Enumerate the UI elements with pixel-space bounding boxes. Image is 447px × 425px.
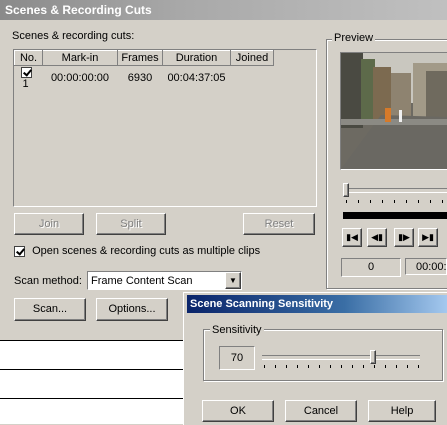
preview-label: Preview	[332, 32, 376, 44]
timecode-display: 00:00:	[405, 258, 447, 275]
step-back-icon: ◀▮	[371, 232, 383, 242]
row-number: 1	[22, 78, 29, 90]
column-header-duration[interactable]: Duration	[162, 50, 231, 66]
divider	[0, 369, 183, 370]
cell-frames: 6930	[117, 65, 163, 90]
preview-progress-bar	[343, 212, 447, 219]
cancel-button[interactable]: Cancel	[285, 400, 357, 422]
sensitivity-slider-ticks	[264, 365, 420, 369]
skip-start-icon: ▮◀	[346, 232, 358, 242]
help-button[interactable]: Help	[368, 400, 436, 422]
skip-end-icon: ▶▮	[422, 232, 434, 242]
cell-duration: 00:04:37:05	[162, 65, 231, 90]
cuts-table: No. Mark-in Frames Duration Joined 1 00:…	[14, 50, 314, 90]
sensitivity-value-field[interactable]: 70	[219, 346, 255, 370]
step-forward-icon: ▮▶	[398, 232, 410, 242]
options-button[interactable]: Options...	[96, 298, 168, 321]
dialog-title: Scene Scanning Sensitivity	[187, 295, 447, 313]
preview-slider-track[interactable]	[344, 188, 447, 193]
open-multiple-option[interactable]: Open scenes & recording cuts as multiple…	[14, 245, 260, 259]
preview-slider-thumb[interactable]	[343, 183, 349, 197]
window-title: Scenes & Recording Cuts	[0, 0, 447, 20]
frame-counter: 0	[341, 258, 401, 277]
preview-image	[340, 52, 447, 170]
sensitivity-slider-thumb[interactable]	[369, 350, 376, 364]
column-header-frames[interactable]: Frames	[117, 50, 163, 66]
dropdown-arrow-button[interactable]: ▼	[225, 272, 241, 289]
table-row[interactable]: 1 00:00:00:00 6930 00:04:37:05	[14, 65, 314, 90]
cuts-group-label: Scenes & recording cuts:	[12, 30, 135, 42]
preview-slider-ticks	[344, 200, 447, 204]
cuts-list[interactable]: No. Mark-in Frames Duration Joined 1 00:…	[13, 49, 317, 207]
go-to-start-button[interactable]: ▮◀	[342, 228, 362, 247]
cell-joined	[230, 65, 274, 90]
ok-button[interactable]: OK	[202, 400, 274, 422]
previous-frame-button[interactable]: ◀▮	[367, 228, 387, 247]
column-header-no[interactable]: No.	[14, 50, 43, 66]
open-multiple-checkbox[interactable]	[14, 245, 25, 257]
column-header-mark-in[interactable]: Mark-in	[42, 50, 118, 66]
scan-button[interactable]: Scan...	[14, 298, 86, 321]
chevron-down-icon: ▼	[229, 276, 237, 285]
go-to-end-button[interactable]: ▶▮	[418, 228, 438, 247]
split-button[interactable]: Split	[96, 213, 166, 235]
background-document-area	[0, 340, 183, 424]
scene-scanning-sensitivity-dialog: Scene Scanning Sensitivity Sensitivity 7…	[183, 292, 447, 425]
divider	[0, 340, 183, 341]
scan-method-value: Frame Content Scan	[91, 275, 193, 287]
divider	[0, 398, 183, 399]
cuts-group: Scenes & recording cuts:	[8, 27, 318, 45]
join-button[interactable]: Join	[14, 213, 84, 235]
sensitivity-group-label: Sensitivity	[210, 324, 264, 336]
open-multiple-label: Open scenes & recording cuts as multiple…	[32, 245, 261, 258]
scan-method-select[interactable]: Frame Content Scan ▼	[87, 271, 242, 290]
column-header-joined[interactable]: Joined	[230, 50, 274, 66]
cell-mark-in: 00:00:00:00	[42, 65, 118, 90]
scan-method-label: Scan method:	[14, 275, 82, 287]
cell-no: 1	[14, 65, 43, 90]
next-frame-button[interactable]: ▮▶	[394, 228, 414, 247]
scenes-recording-cuts-window: Scenes & Recording Cuts Scenes & recordi…	[0, 0, 447, 340]
row-checkbox[interactable]	[20, 66, 32, 78]
reset-button[interactable]: Reset	[243, 213, 315, 235]
preview-frame-graphic	[341, 53, 447, 169]
sensitivity-slider-track[interactable]	[262, 355, 420, 360]
